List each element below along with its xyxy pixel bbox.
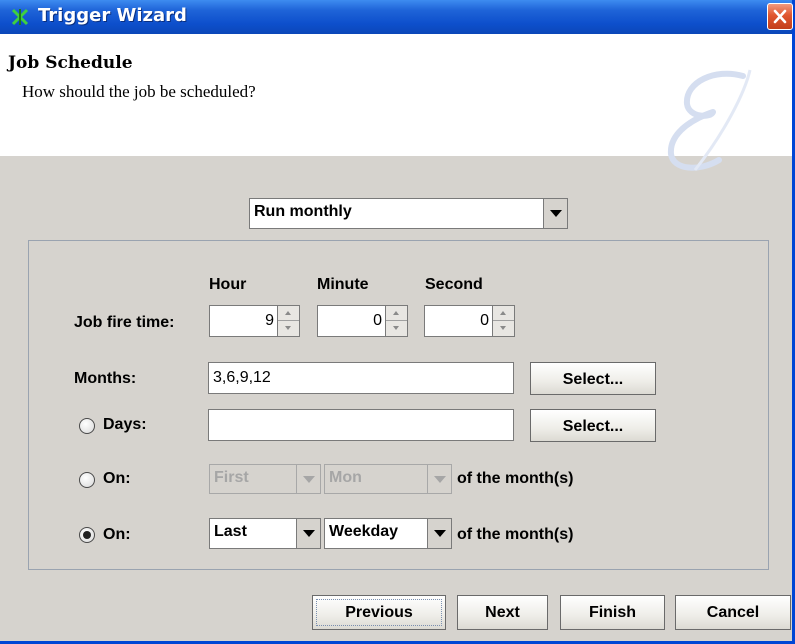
months-select-button[interactable]: Select... (530, 362, 656, 395)
job-fire-time-label: Job fire time: (74, 314, 175, 331)
wizard-app-icon (11, 8, 29, 26)
days-field[interactable] (208, 409, 514, 441)
window-title: Trigger Wizard (38, 5, 187, 26)
schedule-type-value: Run monthly (254, 203, 352, 220)
hour-header: Hour (209, 276, 247, 293)
minute-header: Minute (317, 276, 369, 293)
months-label: Months: (74, 370, 137, 387)
close-icon (773, 9, 787, 24)
page-subtitle: How should the job be scheduled? (22, 82, 256, 101)
previous-button[interactable]: Previous (312, 595, 446, 630)
decrement-icon[interactable] (493, 321, 514, 336)
hour-spinner[interactable]: 9 (209, 305, 300, 337)
increment-icon[interactable] (493, 306, 514, 321)
decrement-icon[interactable] (386, 321, 407, 336)
days-label: Days: (103, 416, 147, 433)
next-button[interactable]: Next (457, 595, 548, 630)
weekday-dropdown-disabled[interactable]: Mon (324, 464, 452, 494)
months-value: 3,6,9,12 (213, 369, 271, 386)
days-select-button[interactable]: Select... (530, 409, 656, 442)
chevron-down-icon[interactable] (427, 465, 451, 493)
minute-spinner[interactable]: 0 (317, 305, 408, 337)
weekday-dropdown[interactable]: Weekday (324, 518, 452, 549)
title-bar[interactable]: Trigger Wizard (0, 0, 793, 34)
trigger-wizard-window: Trigger Wizard Job Schedule How should t… (0, 0, 795, 644)
on-last-weekday-radio[interactable] (79, 527, 95, 543)
chevron-down-icon[interactable] (543, 199, 567, 228)
second-header: Second (425, 276, 483, 293)
ordinal-value: First (214, 469, 249, 486)
chevron-down-icon[interactable] (296, 519, 320, 548)
chevron-down-icon[interactable] (427, 519, 451, 548)
of-month-suffix: of the month(s) (457, 470, 574, 487)
cancel-button[interactable]: Cancel (675, 595, 791, 630)
increment-icon[interactable] (278, 306, 299, 321)
close-button[interactable] (767, 3, 793, 30)
on-nth-day-radio[interactable] (79, 472, 95, 488)
ordinal-dropdown-disabled[interactable]: First (209, 464, 321, 494)
decrement-icon[interactable] (278, 321, 299, 336)
months-field[interactable]: 3,6,9,12 (208, 362, 514, 394)
minute-value: 0 (373, 312, 382, 329)
days-radio[interactable] (79, 418, 95, 434)
hour-value: 9 (265, 312, 274, 329)
second-value: 0 (480, 312, 489, 329)
watermark-logo-icon (667, 69, 752, 171)
weekday-value: Mon (329, 469, 362, 486)
increment-icon[interactable] (386, 306, 407, 321)
ordinal-value: Last (214, 523, 247, 540)
weekday-value: Weekday (329, 523, 399, 540)
schedule-type-dropdown[interactable]: Run monthly (249, 198, 568, 229)
finish-button[interactable]: Finish (560, 595, 665, 630)
on-last-weekday-label: On: (103, 526, 131, 543)
on-nth-day-label: On: (103, 470, 131, 487)
of-month-suffix: of the month(s) (457, 526, 574, 543)
page-title: Job Schedule (8, 53, 133, 73)
ordinal-dropdown[interactable]: Last (209, 518, 321, 549)
chevron-down-icon[interactable] (296, 465, 320, 493)
second-spinner[interactable]: 0 (424, 305, 515, 337)
